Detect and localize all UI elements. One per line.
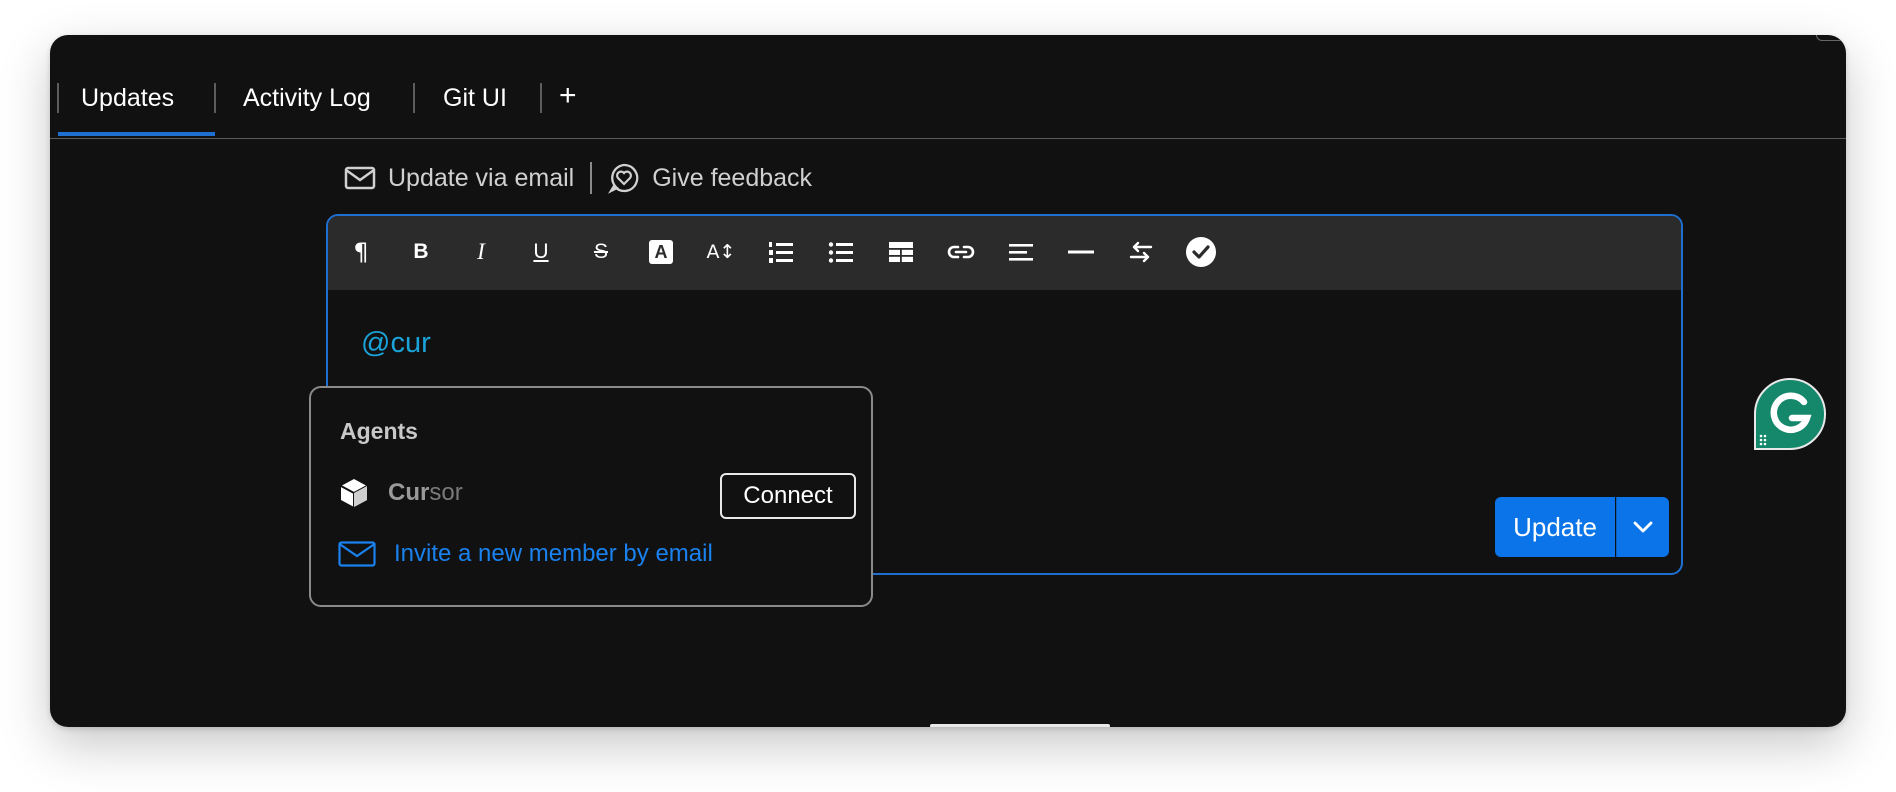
tab-separator	[540, 83, 542, 113]
font-size-icon: A↕	[706, 241, 736, 263]
update-via-email-button[interactable]: Update via email	[344, 164, 574, 193]
resize-handle[interactable]	[930, 724, 1110, 727]
checklist-icon	[1186, 237, 1216, 267]
paragraph-icon: ¶	[353, 238, 369, 266]
checklist-button[interactable]	[1184, 235, 1218, 269]
table-icon	[889, 242, 913, 262]
chevron-down-icon	[1633, 521, 1653, 533]
agent-item-cursor[interactable]: Cursor	[340, 478, 463, 508]
invite-member-link[interactable]: Invite a new member by email	[338, 540, 713, 568]
link-icon	[947, 245, 975, 259]
feedback-heart-icon	[608, 163, 639, 194]
give-feedback-label: Give feedback	[652, 163, 813, 192]
italic-icon: I	[477, 239, 485, 264]
bold-button[interactable]: B	[404, 235, 438, 269]
popup-title: Agents	[340, 418, 418, 444]
italic-button[interactable]: I	[464, 235, 498, 269]
active-tab-indicator	[58, 132, 215, 136]
tab-activity-log[interactable]: Activity Log	[243, 83, 371, 113]
font-size-button[interactable]: A↕	[704, 235, 738, 269]
update-via-email-label: Update via email	[388, 163, 575, 192]
align-button[interactable]	[1004, 235, 1038, 269]
bold-icon: B	[413, 240, 429, 263]
direction-icon	[1129, 241, 1153, 263]
mail-icon	[344, 166, 376, 190]
editor-content-mention[interactable]: @cur	[361, 327, 431, 360]
bullet-list-icon	[828, 242, 853, 263]
invite-member-label: Invite a new member by email	[394, 540, 713, 567]
connect-button[interactable]: Connect	[720, 473, 856, 519]
divider-icon	[1068, 250, 1094, 254]
grammarly-icon	[1754, 377, 1826, 450]
paragraph-button[interactable]: ¶	[344, 235, 378, 269]
table-button[interactable]	[884, 235, 918, 269]
app-window: Updates Activity Log Git UI + Update via…	[50, 35, 1846, 727]
agent-name: Cursor	[388, 479, 463, 507]
underline-icon: U	[533, 240, 549, 263]
tab-updates[interactable]: Updates	[81, 83, 174, 113]
text-color-button[interactable]: A	[644, 235, 678, 269]
mention-popup: Agents Cursor Connect Invite a new membe…	[309, 386, 873, 607]
update-options-button[interactable]	[1616, 497, 1669, 557]
update-actions: Update via email Give feedback	[344, 158, 812, 198]
strikethrough-icon: S	[593, 240, 608, 263]
divider-button[interactable]	[1064, 235, 1098, 269]
action-separator	[590, 162, 593, 194]
align-left-icon	[1009, 244, 1033, 261]
tab-separator	[413, 83, 415, 113]
text-color-icon: A	[649, 240, 673, 264]
link-button[interactable]	[944, 235, 978, 269]
agent-name-match: Cur	[388, 479, 430, 506]
update-button[interactable]: Update	[1495, 497, 1615, 557]
grammarly-button[interactable]	[1754, 377, 1826, 450]
underline-button[interactable]: U	[524, 235, 558, 269]
tab-separator	[57, 83, 59, 113]
numbered-list-button[interactable]	[764, 235, 798, 269]
editor-toolbar: ¶ B I U S A A↕	[328, 216, 1681, 290]
tab-separator	[214, 83, 216, 113]
strikethrough-button[interactable]: S	[584, 235, 618, 269]
mail-icon	[338, 541, 376, 567]
numbered-list-icon	[769, 242, 793, 263]
give-feedback-button[interactable]: Give feedback	[608, 162, 812, 194]
tab-git-ui[interactable]: Git UI	[443, 83, 507, 113]
direction-button[interactable]	[1124, 235, 1158, 269]
bullet-list-button[interactable]	[824, 235, 858, 269]
add-tab-button[interactable]: +	[559, 79, 577, 113]
cube-icon	[340, 479, 368, 507]
tab-bar: Updates Activity Log Git UI +	[50, 35, 1846, 139]
agent-name-rest: sor	[429, 479, 463, 506]
